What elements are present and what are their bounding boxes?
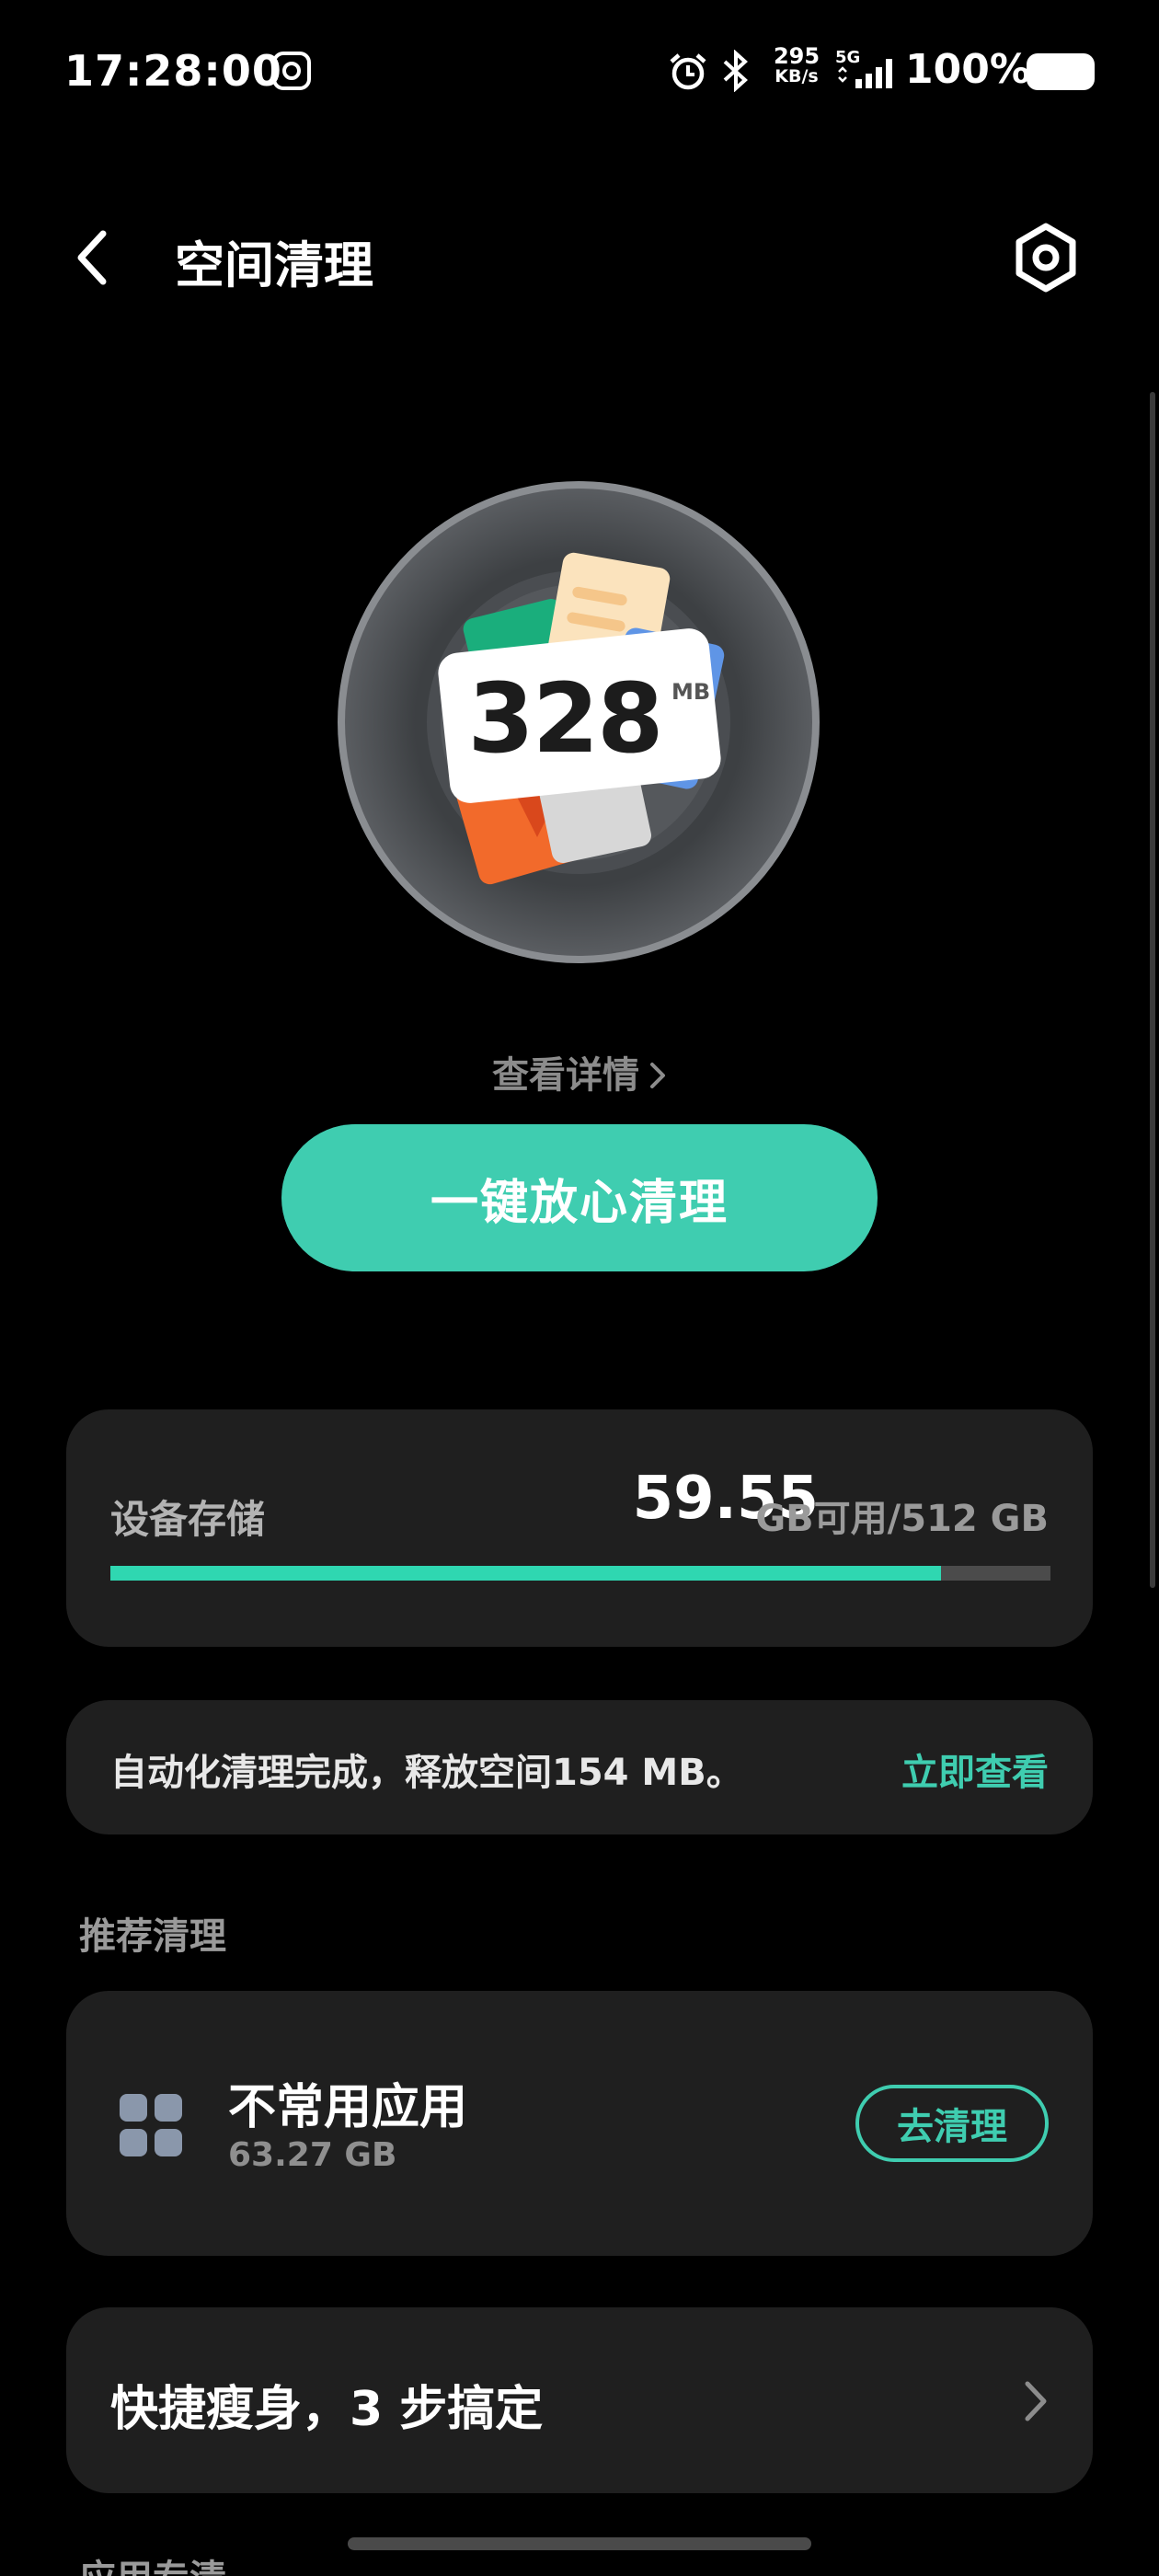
bluetooth-icon	[723, 50, 748, 92]
storage-progress-fill	[110, 1566, 942, 1581]
home-indicator[interactable]	[348, 2537, 811, 2550]
go-clean-button[interactable]: 去清理	[855, 2085, 1049, 2162]
back-arrow-icon[interactable]	[70, 228, 116, 287]
junk-size-value: 328	[467, 662, 663, 775]
status-time: 17:28:00	[64, 46, 282, 96]
alarm-icon	[670, 53, 706, 90]
network-speed-value: 295	[773, 43, 820, 69]
storage-free-suffix: GB可用/512 GB	[755, 1498, 1049, 1540]
storage-progress-bar	[110, 1566, 1050, 1581]
settings-icon[interactable]	[1012, 221, 1080, 294]
recommend-section-title: 推荐清理	[79, 1915, 226, 1958]
page-title: 空间清理	[175, 236, 373, 294]
quick-slim-card[interactable]: 快捷瘦身，3 步搞定	[66, 2307, 1093, 2493]
apps-grid-icon	[120, 2094, 184, 2158]
view-now-link[interactable]: 立即查看	[901, 1742, 1049, 1796]
unused-apps-size: 63.27 GB	[228, 2136, 397, 2174]
device-storage-card[interactable]: 设备存储 59.55 GB可用/512 GB	[66, 1409, 1093, 1647]
screen: 17:28:00 295 KB/s 5G 100% 空间清理 328 MB 查看…	[0, 0, 1159, 2576]
auto-clean-message: 自动化清理完成，释放空间154 MB。	[110, 1752, 743, 1794]
battery-icon	[1027, 53, 1095, 90]
storage-label: 设备存储	[110, 1497, 266, 1542]
one-tap-clean-button[interactable]: 一键放心清理	[281, 1124, 878, 1271]
junk-summary-circle[interactable]: 328 MB	[335, 478, 822, 966]
network-speed: 295 KB/s	[769, 43, 824, 86]
status-bar: 17:28:00 295 KB/s 5G 100%	[0, 0, 1159, 138]
view-details-link[interactable]: 查看详情	[0, 1045, 1159, 1098]
app-notification-icon	[272, 52, 311, 90]
junk-size-unit: MB	[671, 679, 711, 705]
unused-apps-card[interactable]: 不常用应用 63.27 GB 去清理	[66, 1991, 1093, 2256]
quick-slim-title: 快捷瘦身，3 步搞定	[110, 2382, 544, 2437]
unused-apps-title: 不常用应用	[228, 2080, 468, 2135]
network-speed-unit: KB/s	[775, 66, 819, 86]
battery-percent: 100%	[905, 46, 1030, 93]
view-details-label: 查看详情	[492, 1054, 639, 1097]
auto-clean-card: 自动化清理完成，释放空间154 MB。 立即查看	[66, 1700, 1093, 1834]
app-clean-section-title: 应用专清	[79, 2548, 226, 2576]
network-type: 5G	[835, 48, 860, 67]
signal-icon: 5G	[835, 48, 892, 88]
scrollbar[interactable]	[1150, 392, 1155, 1588]
chevron-right-icon	[1025, 2381, 1047, 2421]
chevron-right-icon	[650, 1063, 665, 1088]
